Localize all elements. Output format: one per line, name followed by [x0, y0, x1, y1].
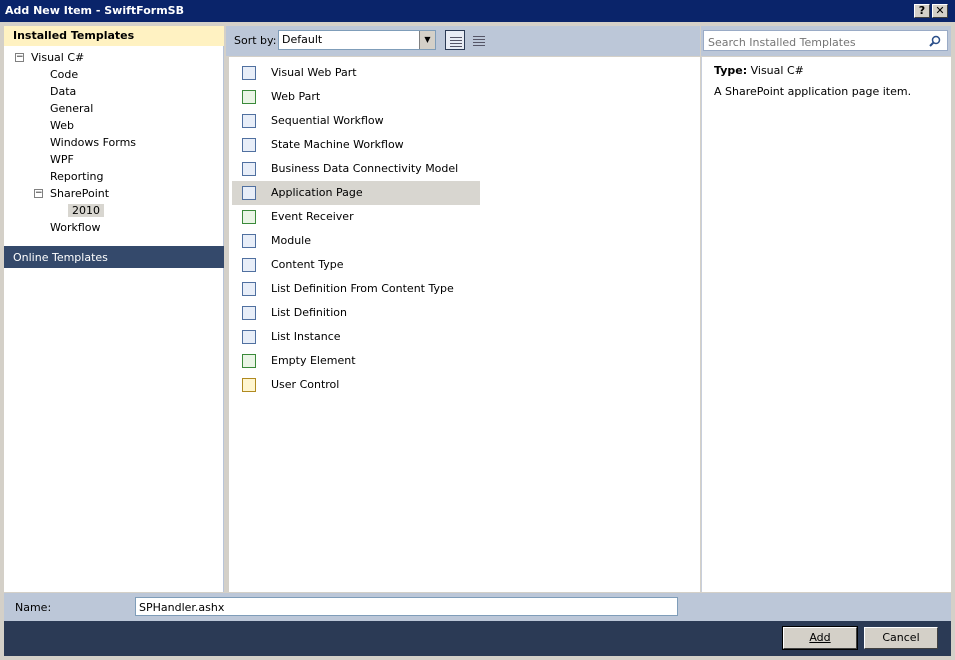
cancel-button[interactable]: Cancel — [864, 627, 938, 649]
sort-by-label: Sort by: — [234, 34, 277, 47]
template-categories-panel: Installed Templates − Visual C# Code Data Ge… — [4, 26, 224, 592]
template-item-label: Visual Web Part — [271, 66, 357, 79]
tree-item-label: 2010 — [68, 204, 104, 217]
tree-item-label: SharePoint — [50, 187, 110, 200]
visual-web-part-icon — [242, 66, 256, 80]
small-icons-view-button[interactable] — [469, 30, 489, 50]
window-title: Add New Item - SwiftFormSB — [5, 4, 184, 17]
template-item-list-instance[interactable]: List Instance — [232, 325, 480, 349]
tree-item-wpf[interactable]: WPF — [50, 152, 74, 168]
help-button[interactable]: ? — [914, 4, 930, 18]
search-icon[interactable] — [929, 35, 941, 47]
bdc-model-icon — [242, 162, 256, 176]
tree-item-label: Visual C# — [31, 51, 85, 64]
template-item-label: Empty Element — [271, 354, 356, 367]
medium-icons-view-button[interactable] — [445, 30, 465, 50]
template-item-list-definition[interactable]: List Definition — [232, 301, 480, 325]
tree-item-label: Web — [50, 119, 74, 132]
template-item-business-data-connectivity-model[interactable]: Business Data Connectivity Model — [232, 157, 480, 181]
template-item-sequential-workflow[interactable]: Sequential Workflow — [232, 109, 480, 133]
workflow-icon — [242, 138, 256, 152]
sort-toolbar: Sort by: Default ▼ — [226, 26, 700, 56]
template-description: A SharePoint application page item. — [714, 85, 912, 98]
template-list: Visual Web Part Web Part Sequential Workfl… — [229, 57, 700, 592]
page-icon — [242, 186, 256, 200]
template-details-panel: Type: Visual C# A SharePoint application… — [701, 57, 951, 592]
add-button[interactable]: Add — [782, 626, 858, 650]
template-item-content-type[interactable]: Content Type — [232, 253, 480, 277]
list-definition-icon — [242, 282, 256, 296]
tree-item-reporting[interactable]: Reporting — [50, 169, 103, 185]
template-item-application-page[interactable]: Application Page — [232, 181, 480, 205]
template-item-event-receiver[interactable]: Event Receiver — [232, 205, 480, 229]
web-part-icon — [242, 90, 256, 104]
sort-by-value: Default — [282, 33, 323, 46]
tree-item-web[interactable]: Web — [50, 118, 74, 134]
tree-item-windows-forms[interactable]: Windows Forms — [50, 135, 136, 151]
tree-item-label: WPF — [50, 153, 74, 166]
template-item-list-definition-from-content-type[interactable]: List Definition From Content Type — [232, 277, 480, 301]
tree-item-label: Code — [50, 68, 79, 81]
grid-view-icon — [450, 35, 462, 47]
collapse-icon[interactable]: − — [34, 189, 43, 198]
template-item-label: Sequential Workflow — [271, 114, 384, 127]
template-item-label: State Machine Workflow — [271, 138, 404, 151]
template-item-label: List Definition From Content Type — [271, 282, 454, 295]
template-item-label: Web Part — [271, 90, 321, 103]
template-item-visual-web-part[interactable]: Visual Web Part — [232, 61, 480, 85]
list-definition-icon — [242, 306, 256, 320]
tree-item-visual-c-[interactable]: − Visual C# — [15, 50, 85, 66]
search-input[interactable] — [703, 30, 948, 51]
name-bar: Name: — [4, 593, 951, 621]
user-control-icon — [242, 378, 256, 392]
online-templates-header[interactable]: Online Templates — [4, 246, 224, 268]
tree-item-label: Reporting — [50, 170, 104, 183]
module-icon — [242, 234, 256, 248]
tree-item-label: Workflow — [50, 221, 101, 234]
template-item-empty-element[interactable]: Empty Element — [232, 349, 480, 373]
tree-item-label: General — [50, 102, 94, 115]
name-input[interactable] — [135, 597, 678, 616]
type-label: Type: — [714, 64, 748, 77]
search-bar — [701, 26, 951, 56]
template-item-label: Event Receiver — [271, 210, 354, 223]
title-bar: Add New Item - SwiftFormSB ? ✕ — [0, 0, 955, 22]
template-item-label: Content Type — [271, 258, 344, 271]
tree-item-2010[interactable]: 2010 — [68, 203, 104, 219]
installed-templates-header[interactable]: Installed Templates — [4, 26, 224, 46]
dialog-footer: Add Cancel — [4, 621, 951, 656]
template-item-label: Application Page — [271, 186, 363, 199]
name-label: Name: — [15, 601, 52, 614]
template-item-user-control[interactable]: User Control — [232, 373, 480, 397]
tree-item-workflow[interactable]: Workflow — [50, 220, 101, 236]
template-item-label: Business Data Connectivity Model — [271, 162, 459, 175]
list-instance-icon — [242, 330, 256, 344]
tree-item-data[interactable]: Data — [50, 84, 76, 100]
template-item-state-machine-workflow[interactable]: State Machine Workflow — [232, 133, 480, 157]
template-item-web-part[interactable]: Web Part — [232, 85, 480, 109]
tree-item-label: Windows Forms — [50, 136, 137, 149]
template-item-label: List Instance — [271, 330, 341, 343]
tree-item-code[interactable]: Code — [50, 67, 78, 83]
event-receiver-icon — [242, 210, 256, 224]
template-item-label: User Control — [271, 378, 340, 391]
workflow-icon — [242, 114, 256, 128]
content-type-icon — [242, 258, 256, 272]
template-item-label: Module — [271, 234, 311, 247]
list-view-icon — [473, 34, 485, 46]
tree-item-label: Data — [50, 85, 77, 98]
empty-element-icon — [242, 354, 256, 368]
template-item-label: List Definition — [271, 306, 347, 319]
collapse-icon[interactable]: − — [15, 53, 24, 62]
dropdown-arrow-icon[interactable]: ▼ — [419, 31, 435, 49]
tree-item-sharepoint[interactable]: − SharePoint — [34, 186, 110, 202]
template-type: Type: Visual C# — [714, 64, 804, 77]
tree-item-general[interactable]: General — [50, 101, 93, 117]
template-item-module[interactable]: Module — [232, 229, 480, 253]
type-value: Visual C# — [750, 64, 804, 77]
close-button[interactable]: ✕ — [932, 4, 948, 18]
sort-by-dropdown[interactable]: Default ▼ — [278, 30, 436, 50]
